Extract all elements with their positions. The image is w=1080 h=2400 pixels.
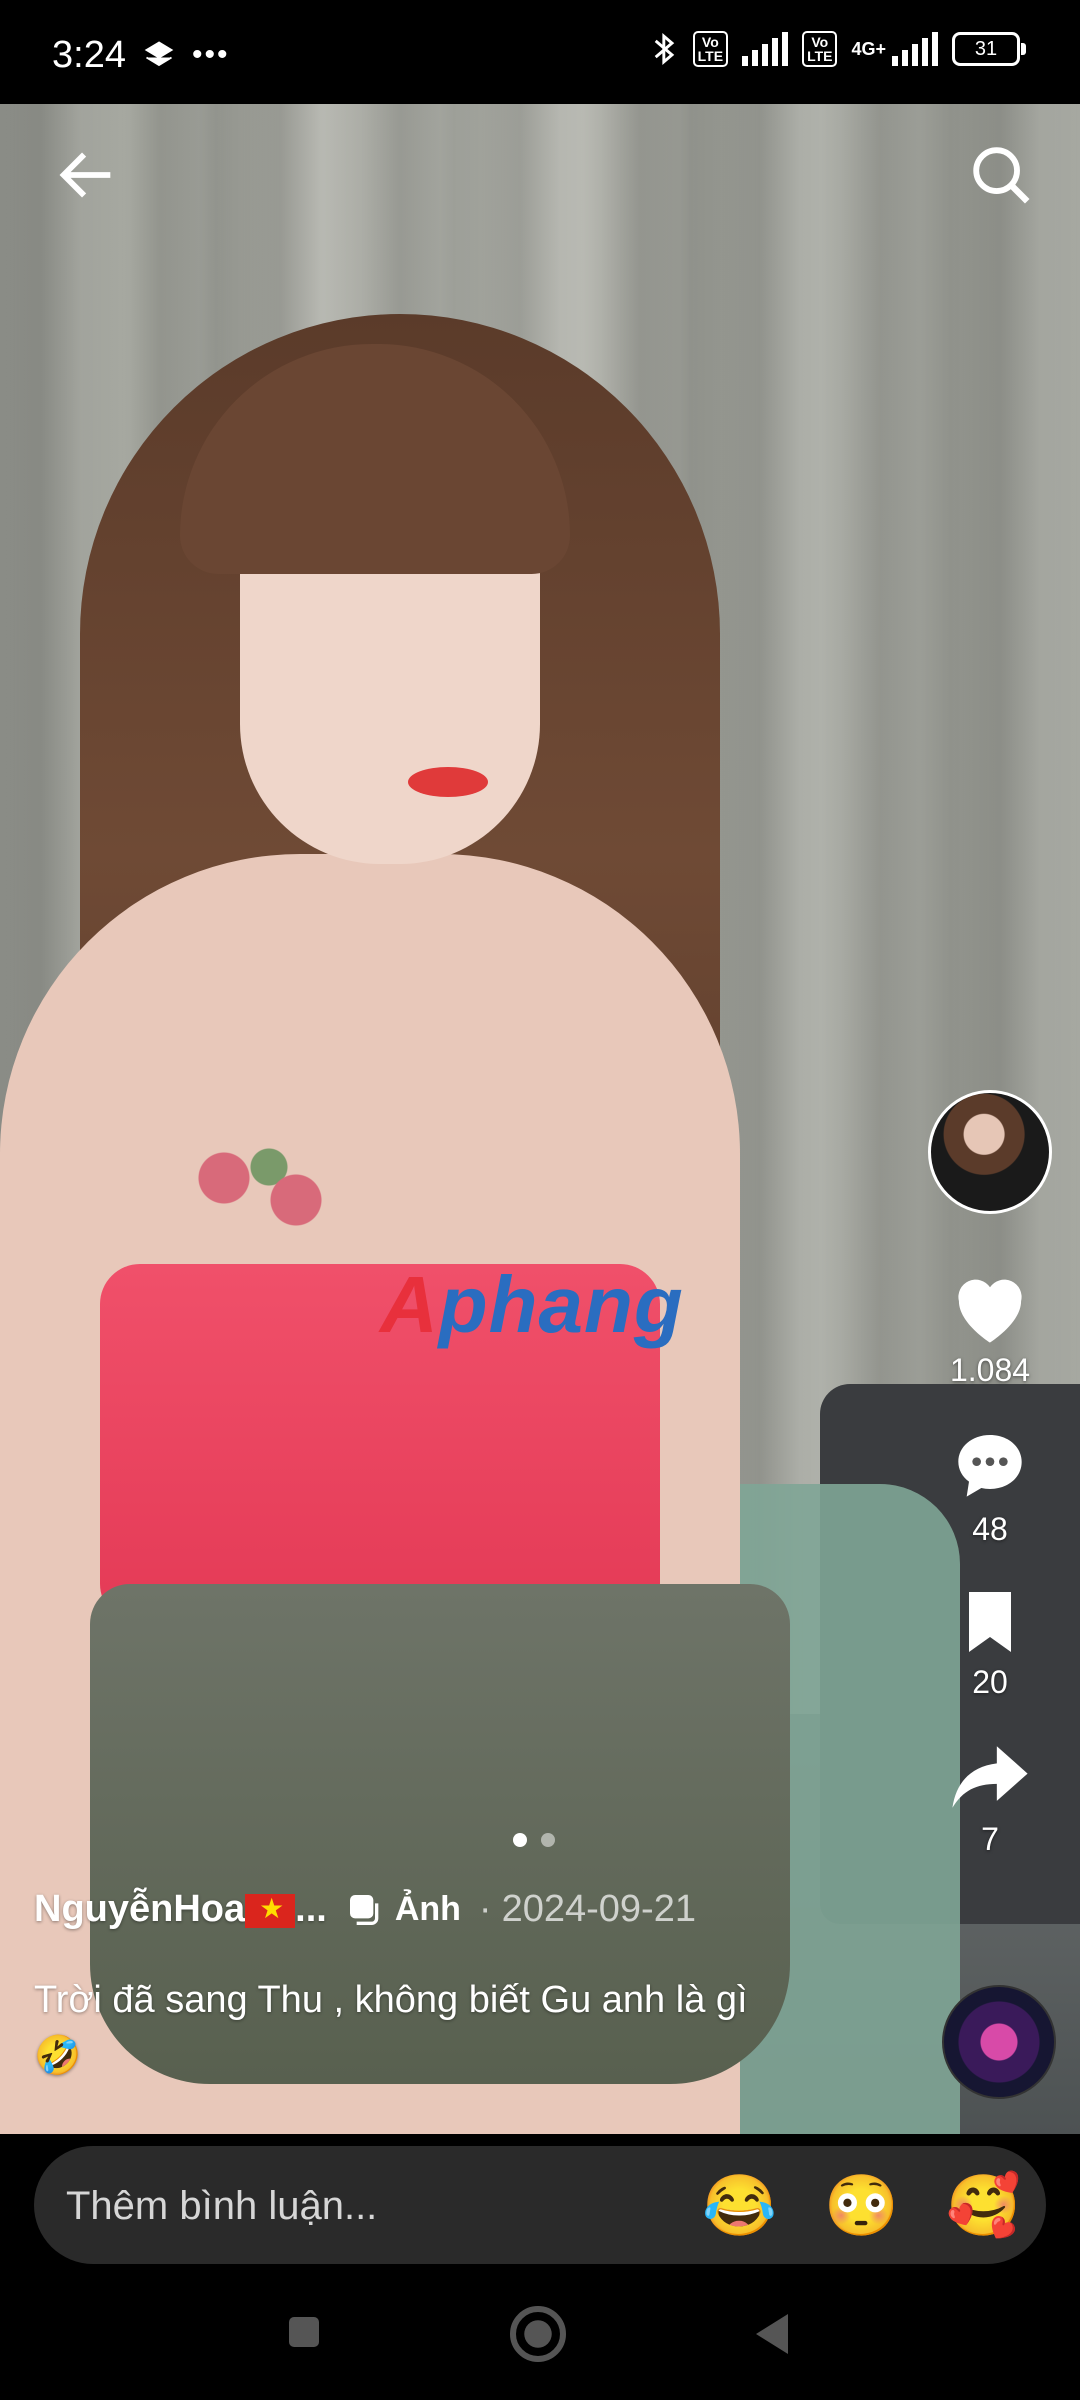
music-disc[interactable] <box>942 1985 1056 2099</box>
system-nav-bar <box>0 2276 1080 2400</box>
like-button[interactable]: 1.084 <box>948 1270 1032 1389</box>
status-left-icons: ••• <box>144 38 230 72</box>
post-date: 2024-09-21 <box>501 1888 696 1930</box>
status-bar: 3:24 ••• Vo LTE Vo LTE 4G+ 31 <box>0 0 1080 104</box>
post-caption[interactable]: Trời đã sang Thu , không biết Gu anh là … <box>34 1972 794 2084</box>
emoji-flushed-button[interactable]: 😳 <box>824 2170 899 2241</box>
signal-strength-icon-2 <box>892 32 938 66</box>
post-type-label: Ảnh <box>394 1890 461 1928</box>
status-time: 3:24 <box>52 34 126 76</box>
author-avatar[interactable] <box>928 1090 1052 1214</box>
back-nav-button[interactable] <box>752 2312 792 2361</box>
volte-icon-2: Vo LTE <box>802 31 838 67</box>
share-icon <box>952 1746 1028 1808</box>
comment-icon <box>958 1435 1022 1497</box>
home-button[interactable] <box>508 2304 568 2369</box>
more-dots-icon: ••• <box>192 38 230 71</box>
post-separator: · <box>478 1888 492 1930</box>
network-type: 4G+ <box>851 38 886 59</box>
page-indicator <box>513 1833 555 1847</box>
battery-icon: 31 <box>952 32 1026 66</box>
comment-placeholder: Thêm bình luận... <box>66 2184 378 2228</box>
post-photo[interactable]: Aphang <box>0 104 1080 2134</box>
search-icon <box>973 147 1030 204</box>
action-rail: 1.084 48 20 7 <box>920 1090 1060 1858</box>
home-circle-icon <box>510 2306 566 2362</box>
signal-strength-icon <box>742 32 789 66</box>
recent-apps-button[interactable] <box>284 2312 324 2357</box>
post-meta-row: NguyễnHoa... Ảnh · 2024-09-21 <box>34 1888 696 1931</box>
triangle-back-icon <box>756 2314 788 2354</box>
bookmark-icon <box>969 1592 1011 1652</box>
volte-icon: Vo LTE <box>692 31 729 67</box>
vietnam-flag-icon <box>245 1892 296 1928</box>
back-button[interactable] <box>52 140 122 210</box>
square-icon <box>289 2317 319 2347</box>
author-name-suffix: ... <box>295 1888 327 1930</box>
comment-count: 48 <box>972 1511 1008 1547</box>
comment-input[interactable]: Thêm bình luận... 😂 😳 🥰 <box>34 2146 1046 2264</box>
post-type-badge: Ảnh <box>345 1890 461 1930</box>
share-button[interactable]: 7 <box>949 1739 1031 1858</box>
emoji-laugh-button[interactable]: 😂 <box>702 2170 777 2241</box>
bluetooth-icon <box>654 32 674 66</box>
share-count: 7 <box>981 1821 999 1857</box>
author-name[interactable]: NguyễnHoa <box>34 1888 245 1930</box>
status-right-icons: Vo LTE Vo LTE 4G+ 31 <box>651 30 1026 68</box>
save-count: 20 <box>972 1664 1008 1700</box>
comment-bar: Thêm bình luận... 😂 😳 🥰 <box>0 2134 1080 2276</box>
page-dot-active <box>513 1833 527 1847</box>
author-name-group[interactable]: NguyễnHoa... <box>34 1888 327 1931</box>
watermark: Aphang <box>380 1260 684 1349</box>
heart-icon <box>958 1279 1022 1343</box>
emoji-love-button[interactable]: 🥰 <box>946 2170 1021 2241</box>
lips <box>408 767 488 797</box>
search-button[interactable] <box>966 140 1036 210</box>
like-count: 1.084 <box>949 1352 1031 1388</box>
tattoo <box>170 1134 350 1244</box>
comment-button[interactable]: 48 <box>949 1425 1031 1548</box>
layers-icon <box>144 41 174 67</box>
page-dot <box>541 1833 555 1847</box>
save-button[interactable]: 20 <box>958 1586 1022 1701</box>
back-arrow-icon <box>59 152 111 198</box>
photo-icon <box>349 1894 379 1925</box>
